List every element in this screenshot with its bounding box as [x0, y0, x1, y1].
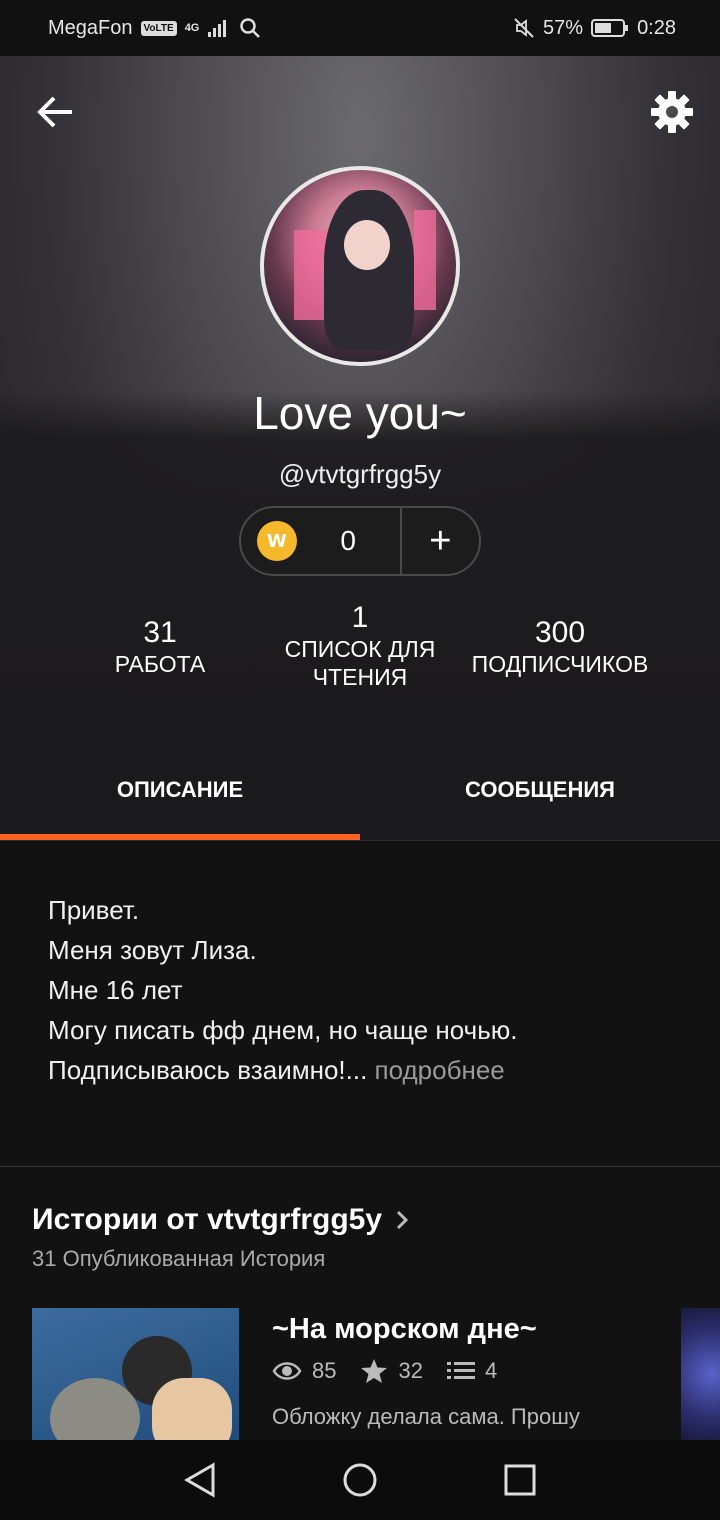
gear-icon [651, 91, 693, 133]
avatar-art-shape [414, 210, 436, 310]
about-line: Подписываюсь взаимно!... [48, 1055, 368, 1085]
profile-header: Love you~ @vtvtgrfrgg5y W 0 + 31 РАБОТА … [0, 56, 720, 841]
about-line: Меня зовут Лиза. [48, 935, 257, 965]
stories-title-text: Истории от vtvtgrfrgg5y [32, 1203, 383, 1236]
back-button[interactable] [34, 90, 78, 134]
nav-back-button[interactable] [170, 1450, 230, 1510]
profile-tabs: ОПИСАНИЕ СООБЩЕНИЯ [0, 738, 720, 841]
divider [0, 840, 720, 841]
story-cover-next[interactable] [681, 1308, 720, 1440]
stat-label: РАБОТА [114, 651, 206, 677]
chevron-right-icon [397, 1210, 409, 1230]
circle-home-icon [343, 1463, 377, 1497]
volte-badge: VoLTE [140, 20, 177, 36]
stat-followers[interactable]: 300 ПОДПИСЧИКОВ [460, 616, 660, 691]
cover-art-shape [152, 1378, 232, 1440]
story-parts: 4 [484, 1358, 498, 1383]
story-votes: 32 [398, 1358, 423, 1383]
system-nav-bar [0, 1440, 720, 1520]
about-line: Могу писать фф днем, но чаще ночью. [48, 1015, 518, 1045]
settings-button[interactable] [648, 88, 696, 136]
avatar-art-figure [324, 190, 414, 350]
about-line-last: Подписываюсь взаимно!... подробнее [48, 1050, 688, 1090]
search-icon [240, 18, 261, 38]
stat-reading-lists[interactable]: 1 СПИСОК ДЛЯ ЧТЕНИЯ [260, 601, 460, 691]
about-line: Мне 16 лет [48, 975, 183, 1005]
username: @vtvtgrfrgg5y [278, 459, 442, 489]
add-coins-button[interactable]: + [402, 522, 479, 560]
list-icon [446, 1362, 475, 1379]
carrier-name: MegaFon [48, 16, 133, 39]
avatar-art-face [344, 220, 390, 270]
story-views: 85 [312, 1358, 337, 1383]
star-icon [361, 1359, 388, 1383]
coin-icon: W [257, 521, 297, 561]
status-bar: MegaFon VoLTE 4G 57% 0:28 [0, 0, 720, 56]
eye-icon [272, 1362, 302, 1380]
story-description: Обложку делала сама. Прошу [272, 1404, 580, 1429]
story-stats: 85 32 4 [272, 1358, 497, 1384]
profile-stats: 31 РАБОТА 1 СПИСОК ДЛЯ ЧТЕНИЯ 300 ПОДПИС… [60, 601, 660, 691]
tab-messages[interactable]: СООБЩЕНИЯ [360, 738, 720, 841]
story-title[interactable]: ~На морском дне~ [272, 1313, 537, 1346]
triangle-back-icon [183, 1462, 215, 1498]
mute-icon [514, 18, 534, 38]
network-type: 4G [184, 22, 200, 34]
stat-value: 31 [143, 616, 177, 649]
nav-home-button[interactable] [330, 1450, 390, 1510]
coin-count: 0 [340, 525, 356, 556]
story-cover[interactable] [32, 1308, 239, 1440]
about-line: Привет. [48, 895, 140, 925]
tab-about[interactable]: ОПИСАНИЕ [0, 738, 360, 841]
clock: 0:28 [637, 16, 676, 39]
about-text: Привет. Меня зовут Лиза. Мне 16 лет Могу… [48, 890, 688, 1090]
battery-percent: 57% [543, 16, 584, 39]
signal-icon [208, 20, 227, 37]
stat-works[interactable]: 31 РАБОТА [60, 616, 260, 691]
coins-widget[interactable]: W 0 + [239, 506, 481, 576]
divider [0, 1166, 720, 1167]
stories-count: 31 Опубликованная История [32, 1246, 326, 1271]
stories-section-title[interactable]: Истории от vtvtgrfrgg5y [32, 1203, 410, 1237]
stat-value: 1 [351, 601, 369, 634]
arrow-left-icon [37, 96, 72, 128]
stat-label: ПОДПИСЧИКОВ [471, 651, 649, 677]
battery-icon [591, 19, 629, 37]
stat-value: 300 [534, 616, 586, 649]
avatar[interactable] [260, 166, 460, 366]
nav-recents-button[interactable] [490, 1450, 550, 1510]
read-more-link[interactable]: подробнее [367, 1055, 505, 1085]
square-recents-icon [504, 1464, 536, 1496]
display-name: Love you~ [253, 387, 467, 439]
stat-label: СПИСОК ДЛЯ ЧТЕНИЯ [284, 636, 436, 690]
